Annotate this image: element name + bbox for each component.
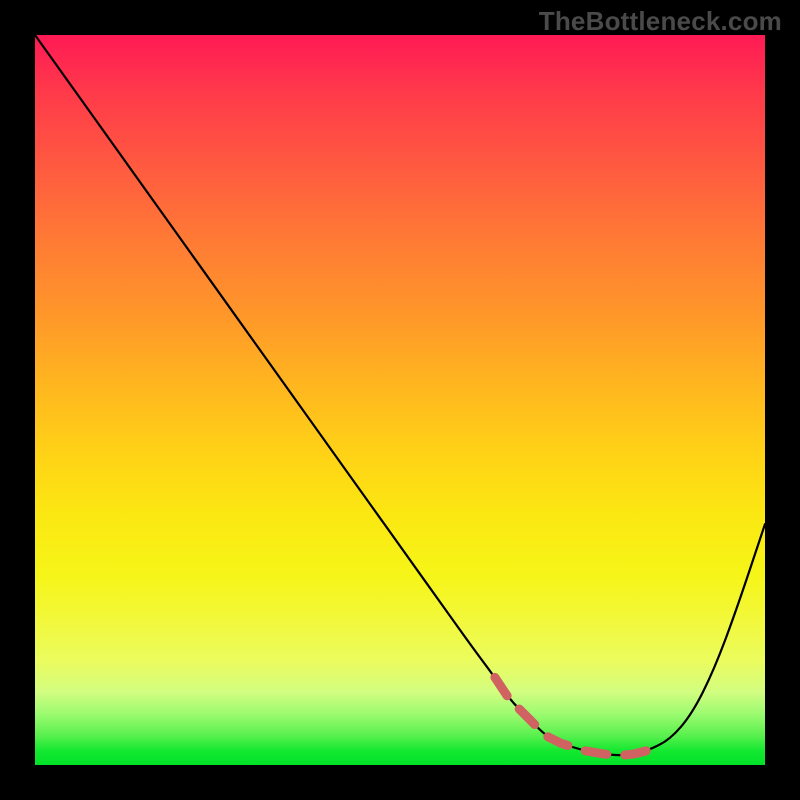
highlight-dashed-line <box>495 677 648 755</box>
curve-line <box>35 35 765 755</box>
watermark-text: TheBottleneck.com <box>539 6 782 37</box>
plot-area <box>35 35 765 765</box>
chart-svg <box>35 35 765 765</box>
chart-frame: TheBottleneck.com <box>0 0 800 800</box>
